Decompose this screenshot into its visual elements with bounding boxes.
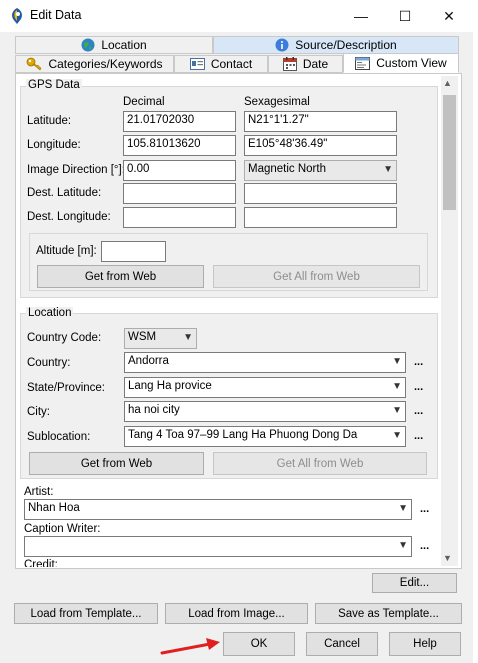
dest-latitude-decimal-field[interactable] [123, 183, 236, 204]
image-direction-field[interactable]: 0.00 [123, 160, 236, 181]
tab-categories-keywords[interactable]: Categories/Keywords [15, 55, 174, 73]
location-get-all-from-web-button[interactable]: Get All from Web [213, 452, 427, 475]
scroll-up-icon[interactable]: ▲ [443, 78, 452, 88]
dest-longitude-decimal-field[interactable] [123, 207, 236, 228]
tab-contact[interactable]: Contact [174, 55, 268, 73]
image-direction-label: Image Direction [°]: [27, 164, 125, 176]
credit-label: Credit: [24, 559, 58, 567]
longitude-label: Longitude: [27, 139, 81, 151]
sexagesimal-header: Sexagesimal [244, 96, 310, 108]
state-province-combo[interactable]: Lang Ha provice ▼ [124, 377, 406, 398]
gps-get-from-web-button[interactable]: Get from Web [37, 265, 204, 288]
country-code-value: WSM [128, 331, 157, 343]
load-from-image-button[interactable]: Load from Image... [165, 603, 308, 624]
country-code-label: Country Code: [27, 332, 102, 344]
caption-writer-label: Caption Writer: [24, 523, 101, 535]
ok-button[interactable]: OK [223, 632, 295, 656]
gps-data-legend: GPS Data [26, 79, 82, 91]
tab-custom-view-label: Custom View [376, 56, 447, 70]
help-button[interactable]: Help [389, 632, 461, 656]
tab-contact-label: Contact [210, 57, 253, 71]
gps-get-all-from-web-button[interactable]: Get All from Web [213, 265, 420, 288]
tab-source-description[interactable]: Source/Description [213, 36, 459, 54]
city-value: ha noi city [128, 404, 180, 416]
caption-writer-combo[interactable]: ▼ [24, 536, 412, 557]
country-label: Country: [27, 357, 71, 369]
chevron-down-icon: ▼ [392, 430, 402, 441]
chevron-down-icon: ▼ [392, 356, 402, 367]
close-button[interactable]: ✕ [432, 0, 466, 32]
save-as-template-button[interactable]: Save as Template... [315, 603, 462, 624]
app-logo-icon [8, 7, 26, 25]
artist-more-button[interactable]: ... [420, 503, 429, 515]
location-get-from-web-button[interactable]: Get from Web [29, 452, 204, 475]
tab-custom-view[interactable]: Custom View [343, 53, 459, 73]
country-combo[interactable]: Andorra ▼ [124, 352, 406, 373]
latitude-label: Latitude: [27, 115, 72, 127]
altitude-label: Altitude [m]: [36, 245, 97, 257]
info-icon [275, 38, 289, 52]
country-code-select[interactable]: WSM ▼ [124, 328, 197, 349]
scroll-down-icon[interactable]: ▼ [443, 553, 452, 563]
window-icon [355, 56, 371, 70]
tab-location-label: Location [101, 38, 147, 52]
caption-writer-more-button[interactable]: ... [420, 540, 429, 552]
altitude-field[interactable] [101, 241, 166, 262]
key-icon [27, 57, 42, 71]
state-province-label: State/Province: [27, 382, 105, 394]
scrollbar-thumb[interactable] [443, 95, 456, 210]
tab-location[interactable]: Location [15, 36, 213, 54]
longitude-decimal-field[interactable]: 105.81013620 [123, 135, 236, 156]
dest-longitude-sexagesimal-field[interactable] [244, 207, 397, 228]
direction-reference-select[interactable]: Magnetic North ▼ [244, 160, 397, 181]
window-title: Edit Data [30, 8, 82, 22]
state-more-button[interactable]: ... [414, 381, 423, 393]
artist-label: Artist: [24, 486, 54, 498]
direction-reference-value: Magnetic North [248, 163, 326, 175]
globe-icon [81, 38, 95, 52]
sublocation-label: Sublocation: [27, 431, 91, 443]
latitude-sexagesimal-field[interactable]: N21°1'1.27" [244, 111, 397, 132]
longitude-sexagesimal-field[interactable]: E105°48'36.49" [244, 135, 397, 156]
calendar-icon [282, 57, 297, 71]
city-more-button[interactable]: ... [414, 405, 423, 417]
chevron-down-icon: ▼ [392, 381, 402, 392]
artist-value: Nhan Hoa [28, 502, 80, 514]
chevron-down-icon: ▼ [398, 503, 408, 514]
latitude-decimal-field[interactable]: 21.01702030 [123, 111, 236, 132]
chevron-down-icon: ▼ [383, 164, 393, 175]
maximize-button[interactable]: ☐ [388, 0, 422, 32]
edit-button[interactable]: Edit... [372, 573, 457, 593]
city-label: City: [27, 406, 50, 418]
country-more-button[interactable]: ... [414, 356, 423, 368]
load-from-template-button[interactable]: Load from Template... [14, 603, 158, 624]
dest-latitude-label: Dest. Latitude: [27, 187, 102, 199]
tab-date[interactable]: Date [268, 55, 343, 73]
dest-longitude-label: Dest. Longitude: [27, 211, 111, 223]
chevron-down-icon: ▼ [398, 540, 408, 551]
sublocation-more-button[interactable]: ... [414, 430, 423, 442]
location-legend: Location [26, 307, 74, 319]
tab-categories-keywords-label: Categories/Keywords [48, 57, 163, 71]
sublocation-value: Tang 4 Toa 97–99 Lang Ha Phuong Dong Da [128, 429, 358, 441]
decimal-header: Decimal [123, 96, 165, 108]
contact-card-icon [189, 58, 205, 70]
red-arrow-icon [160, 638, 220, 655]
tab-source-description-label: Source/Description [295, 38, 397, 52]
cancel-button[interactable]: Cancel [306, 632, 378, 656]
chevron-down-icon: ▼ [183, 332, 193, 343]
city-combo[interactable]: ha noi city ▼ [124, 401, 406, 422]
window-edge [473, 30, 478, 663]
artist-combo[interactable]: Nhan Hoa ▼ [24, 499, 412, 520]
country-value: Andorra [128, 355, 169, 367]
chevron-down-icon: ▼ [392, 405, 402, 416]
state-province-value: Lang Ha provice [128, 380, 212, 392]
minimize-button[interactable]: — [344, 0, 378, 32]
tab-date-label: Date [302, 57, 329, 71]
dest-latitude-sexagesimal-field[interactable] [244, 183, 397, 204]
sublocation-combo[interactable]: Tang 4 Toa 97–99 Lang Ha Phuong Dong Da … [124, 426, 406, 447]
